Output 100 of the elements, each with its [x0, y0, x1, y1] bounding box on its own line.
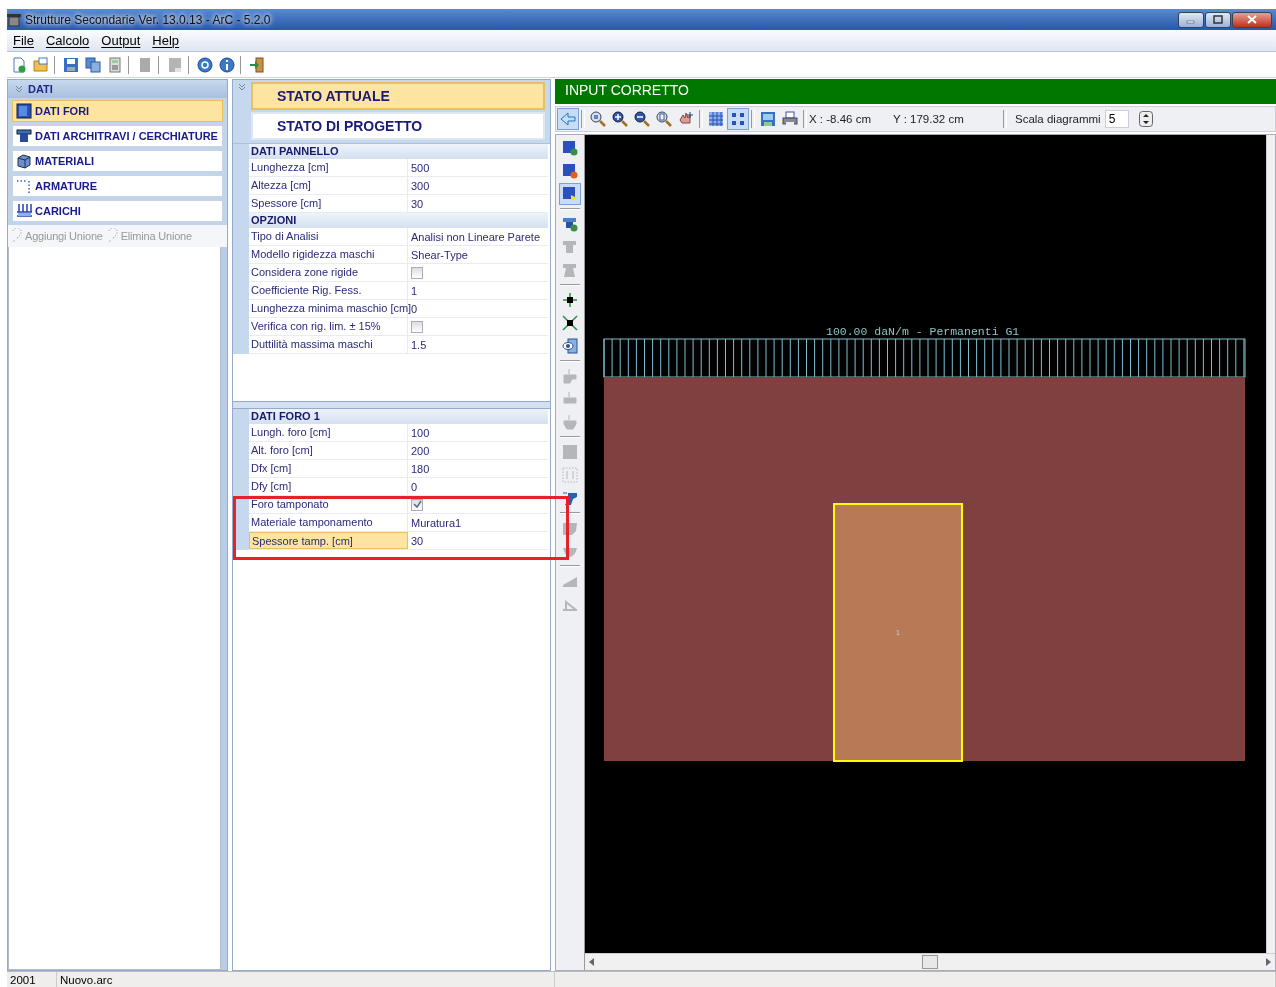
lintel-icon [16, 128, 32, 144]
remove-panel-icon [562, 163, 578, 179]
collapse-icon[interactable] [14, 84, 24, 94]
property-label[interactable]: Tipo di Analisi [249, 228, 408, 245]
add-lintel-icon [562, 216, 578, 232]
property-value[interactable]: 0 [411, 480, 418, 493]
snap-grid-icon [730, 111, 746, 127]
property-label[interactable]: Foro tamponato [249, 496, 408, 513]
property-value[interactable]: 500 [411, 161, 430, 174]
sidebar-item[interactable]: DATI FORI [12, 100, 223, 122]
dotted-frame-icon [562, 467, 578, 483]
property-label[interactable]: Dfy [cm] [249, 478, 408, 495]
page-icon [137, 56, 153, 73]
property-label[interactable]: Altezza [cm] [249, 177, 408, 194]
status-code: 2001 [7, 972, 57, 987]
remove-support-icon [562, 391, 578, 407]
spinner-icon[interactable] [1138, 111, 1153, 127]
minimize-button[interactable] [1178, 11, 1204, 28]
property-value[interactable]: 30 [411, 534, 424, 547]
menu-item[interactable]: Output [95, 33, 147, 48]
menu-item[interactable]: Help [146, 33, 186, 48]
y-coordinate: Y : 179.32 cm [893, 113, 965, 125]
zoom-window-icon [590, 111, 606, 127]
property-label[interactable]: Spessore [cm] [249, 195, 408, 212]
zoom-in-icon [612, 111, 628, 127]
property-value[interactable]: 200 [411, 444, 430, 457]
checkbox[interactable] [411, 320, 423, 333]
square-icon [562, 444, 578, 460]
property-value[interactable]: Shear-Type [411, 248, 468, 261]
x-coordinate: X : -8.46 cm [809, 113, 872, 125]
scroll-left-icon[interactable] [589, 958, 595, 966]
property-label[interactable]: Duttilità massima maschi [249, 336, 408, 353]
window-title: Strutture Secondarie Ver. 13.0.13 - ArC - 5.2.0 [25, 12, 271, 27]
insert-lintel-icon [562, 490, 578, 506]
maximize-button[interactable] [1205, 11, 1231, 28]
horizontal-scrollbar[interactable] [585, 953, 1275, 970]
property-label[interactable]: Dfx [cm] [249, 460, 408, 477]
copy-icon [85, 56, 101, 73]
section-header: DATI FORO 1 [251, 410, 320, 422]
help-icon [197, 56, 213, 73]
menu-item[interactable]: Calcolo [39, 33, 96, 48]
collapse-icon[interactable] [237, 82, 247, 92]
edit-support-icon [562, 414, 578, 430]
app-icon [7, 12, 21, 27]
open-folder-icon [33, 56, 49, 73]
scale-field[interactable]: 5 [1104, 110, 1129, 128]
load-icon [16, 203, 32, 219]
property-value[interactable]: 1 [411, 284, 418, 297]
state-tab[interactable]: STATO DI PROGETTO [251, 112, 545, 140]
info-icon [219, 56, 235, 73]
view-icon [562, 338, 578, 354]
move-icon [562, 292, 578, 308]
property-label[interactable]: Spessore tamp. [cm] [249, 532, 408, 549]
property-label[interactable]: Coefficiente Rig. Fess. [249, 282, 408, 299]
property-value[interactable]: 300 [411, 179, 430, 192]
calculator-icon [107, 56, 123, 73]
property-label[interactable]: Alt. foro [cm] [249, 442, 408, 459]
sidebar-item[interactable]: CARICHI [12, 200, 223, 222]
window-icon [16, 103, 32, 119]
checkbox[interactable] [411, 266, 423, 279]
property-value[interactable]: 180 [411, 462, 430, 475]
select-panel-button[interactable] [559, 183, 581, 205]
sidebar-item[interactable]: DATI ARCHITRAVI / CERCHIATURE [12, 125, 223, 147]
property-value[interactable]: 0 [411, 302, 418, 315]
scroll-right-icon[interactable] [1265, 958, 1271, 966]
cube-icon [16, 153, 32, 169]
property-label[interactable]: Modello rigidezza maschi [249, 246, 408, 263]
close-icon [1247, 15, 1257, 24]
vertical-scrollbar[interactable] [1266, 135, 1275, 953]
add-support-icon [562, 368, 578, 384]
property-value[interactable]: 100 [411, 426, 430, 439]
back-arrow-button[interactable] [557, 108, 579, 130]
property-value[interactable]: 30 [411, 197, 424, 210]
scroll-thumb[interactable] [922, 955, 938, 969]
property-label[interactable]: Considera zone rigide [249, 264, 408, 281]
property-value[interactable]: Analisi non Lineare Parete [411, 230, 541, 243]
field-label: Scala diagrammi [1015, 113, 1101, 125]
section-header: DATI PANNELLO [251, 145, 339, 157]
snap-grid-button[interactable] [727, 108, 749, 130]
property-label[interactable]: Lunghezza [cm] [249, 159, 408, 176]
property-label[interactable]: Lungh. foro [cm] [249, 424, 408, 441]
view-button[interactable] [559, 335, 581, 357]
grid-icon [708, 111, 724, 127]
state-tab[interactable]: STATO ATTUALE [251, 82, 545, 110]
exit-door-icon [249, 56, 265, 73]
zoom-out-icon [634, 111, 650, 127]
property-label[interactable]: Verifica con rig. lim. ± 15% [249, 318, 408, 335]
property-value[interactable]: Muratura1 [411, 516, 462, 529]
menu-item[interactable]: File [7, 33, 40, 48]
rebar-icon [16, 178, 32, 194]
status-banner: INPUT CORRETTO [555, 79, 1276, 104]
remove-lintel-icon [562, 239, 578, 255]
panel-title: DATI [28, 83, 53, 95]
scale-icon [562, 315, 578, 331]
sidebar-item[interactable]: ARMATURE [12, 175, 223, 197]
save-image-icon [760, 111, 776, 127]
close-button[interactable] [1232, 11, 1272, 28]
property-label[interactable]: Materiale tamponamento [249, 514, 408, 531]
sidebar-item[interactable]: MATERIALI [12, 150, 223, 172]
property-value[interactable]: 1.5 [411, 338, 427, 351]
